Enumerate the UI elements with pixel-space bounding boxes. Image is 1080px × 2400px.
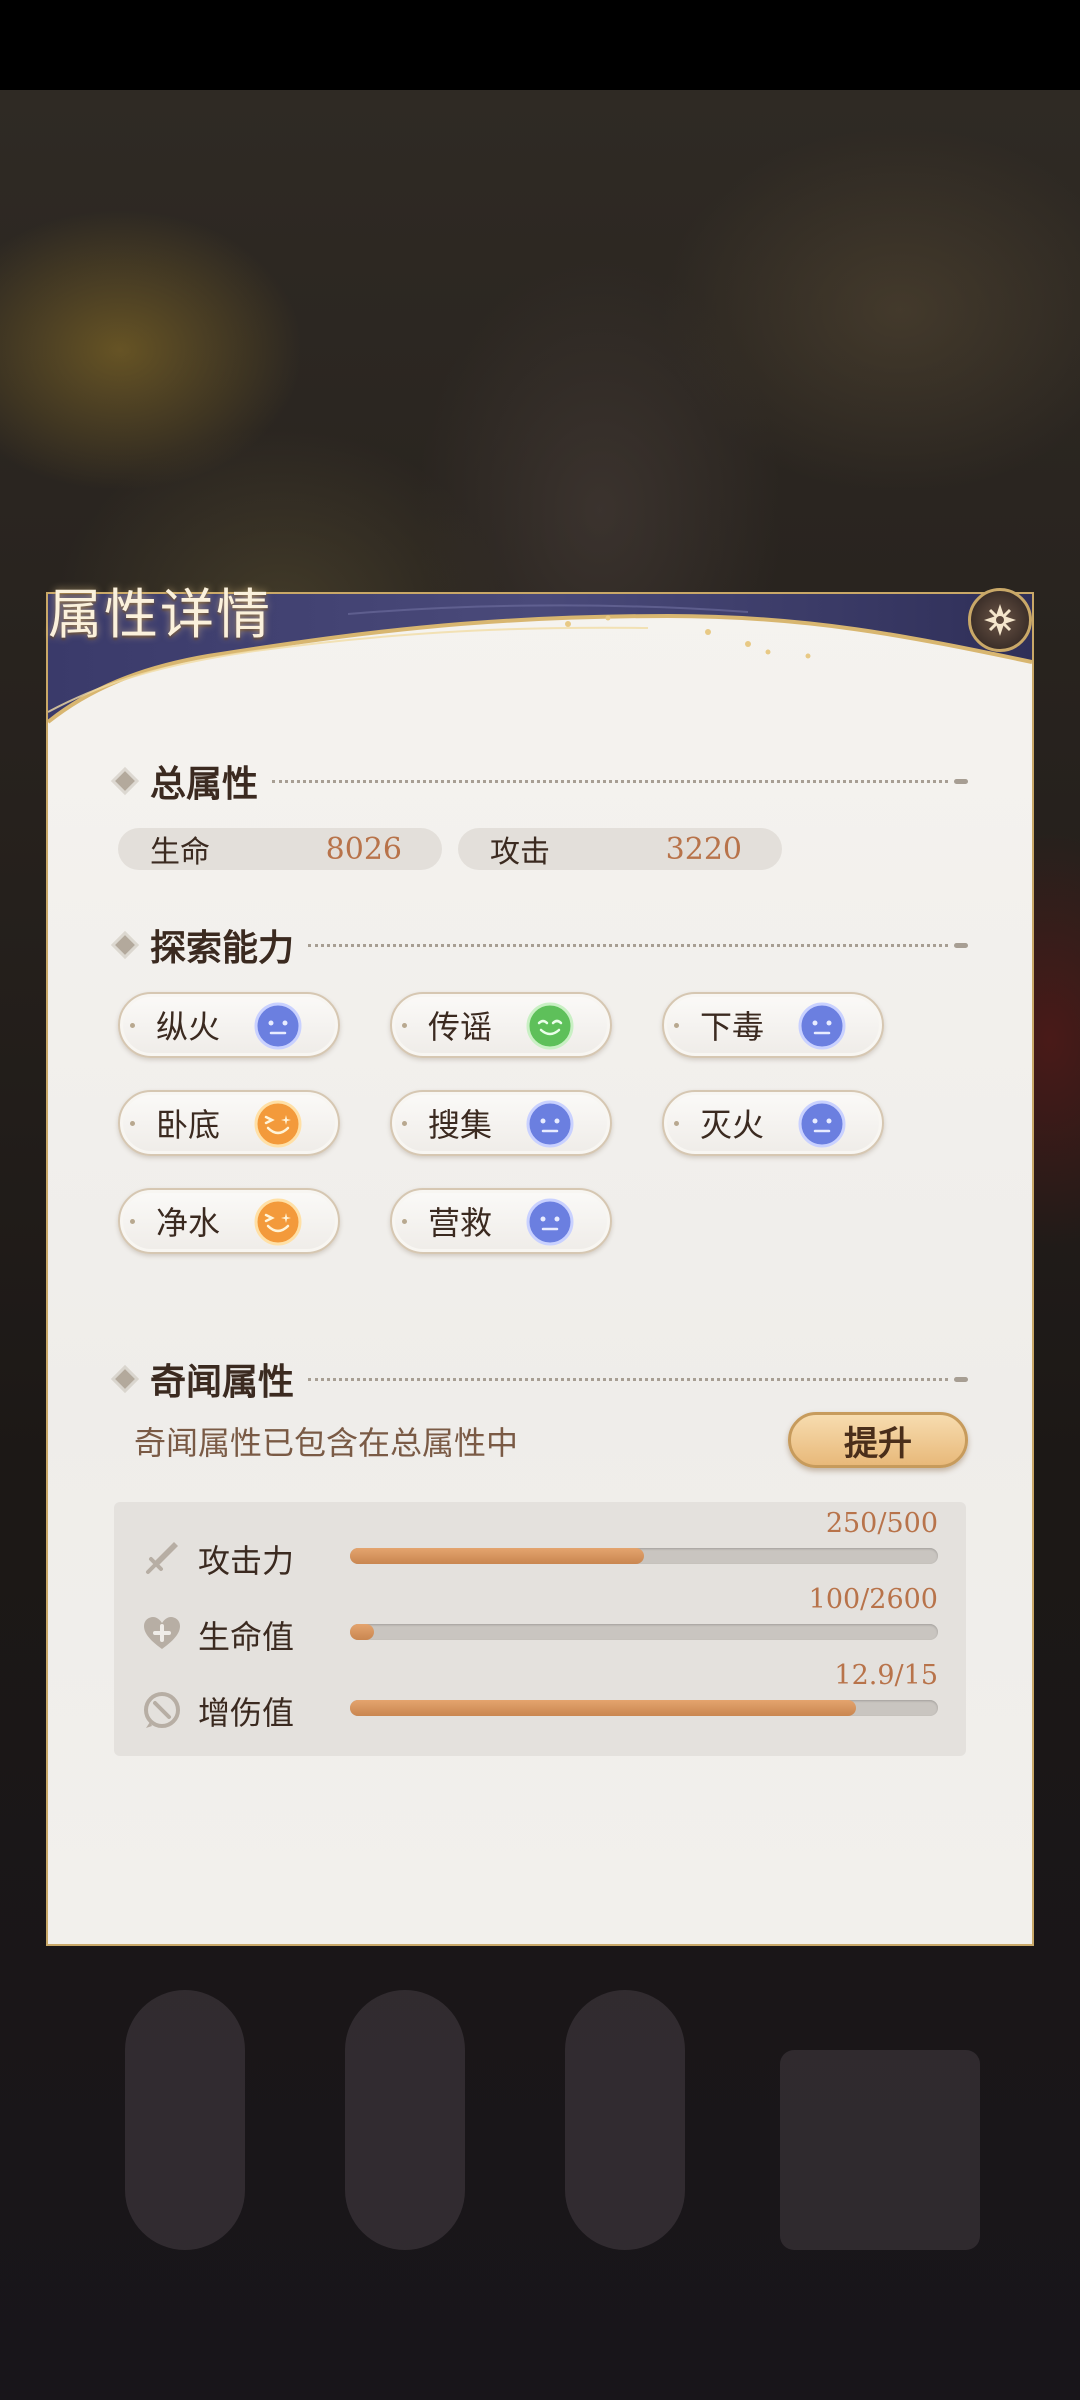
stat-attack: 攻击 3220: [458, 828, 782, 870]
ability-label: 营救: [428, 1204, 493, 1242]
chip-dot: [674, 1023, 679, 1028]
progress-fill: [350, 1548, 644, 1564]
ability-chip[interactable]: 搜集: [390, 1090, 612, 1156]
section-header-exploration: 探索能力: [115, 920, 968, 970]
neutral-blue-face-icon: [526, 1100, 574, 1148]
progress-track: [350, 1700, 938, 1716]
anecdote-note: 奇闻属性已包含在总属性中: [134, 1424, 519, 1462]
chip-dot: [402, 1121, 407, 1126]
bar-value: 12.9/15: [834, 1660, 938, 1691]
diamond-bullet-icon: [115, 771, 135, 791]
excited-orange-face-icon: [254, 1100, 302, 1148]
stat-bar-row: 增伤值 12.9/15: [114, 1654, 966, 1732]
excited-orange-face-icon: [254, 1198, 302, 1246]
section-title: 奇闻属性: [150, 1361, 295, 1403]
divider-end: [954, 778, 968, 784]
chip-dot: [402, 1023, 407, 1028]
blurred-bottom-content: [0, 1960, 1080, 2400]
stat-label: 生命: [150, 835, 210, 870]
neutral-blue-face-icon: [254, 1002, 302, 1050]
blurred-card: [780, 2050, 980, 2250]
ability-label: 净水: [156, 1204, 221, 1242]
chip-dot: [130, 1219, 135, 1224]
chip-dot: [402, 1219, 407, 1224]
chip-dot: [130, 1023, 135, 1028]
section-title: 探索能力: [150, 927, 295, 969]
bar-label: 攻击力: [198, 1542, 295, 1580]
anecdote-stats-box: 攻击力 250/500 生命值 100/2600 增伤值 12.9/15: [114, 1502, 966, 1756]
progress-track: [350, 1624, 938, 1640]
bar-label: 生命值: [198, 1618, 295, 1656]
dotted-divider: [272, 779, 948, 783]
ability-label: 传谣: [428, 1008, 493, 1046]
ability-chip[interactable]: 下毒: [662, 992, 884, 1058]
divider-end: [954, 1376, 968, 1382]
sword-icon: [146, 1542, 178, 1574]
ability-label: 灭火: [700, 1106, 765, 1144]
bar-label: 增伤值: [198, 1694, 295, 1732]
ability-chip[interactable]: 灭火: [662, 1090, 884, 1156]
chip-dot: [674, 1121, 679, 1126]
close-button[interactable]: [968, 588, 1032, 652]
stat-hp: 生命 8026: [118, 828, 442, 870]
diamond-bullet-icon: [115, 935, 135, 955]
heart-plus-icon: [144, 1617, 180, 1649]
divider-end: [954, 942, 968, 948]
ability-chip[interactable]: 传谣: [390, 992, 612, 1058]
damage-boost-icon: [144, 1692, 180, 1728]
ability-label: 纵火: [156, 1008, 221, 1046]
dotted-divider: [308, 1377, 948, 1381]
ability-chip[interactable]: 纵火: [118, 992, 340, 1058]
section-header-anecdote: 奇闻属性: [115, 1354, 968, 1404]
ability-chip[interactable]: 净水: [118, 1188, 340, 1254]
section-header-total-attributes: 总属性: [115, 756, 968, 806]
ability-label: 搜集: [428, 1106, 493, 1144]
blurred-card: [565, 1990, 685, 2250]
neutral-blue-face-icon: [798, 1100, 846, 1148]
ability-chip[interactable]: 营救: [390, 1188, 612, 1254]
diamond-bullet-icon: [115, 1369, 135, 1389]
section-title: 总属性: [150, 763, 259, 805]
status-bar: [0, 0, 1080, 90]
stat-value: 8026: [325, 831, 402, 867]
smile-green-face-icon: [526, 1002, 574, 1050]
neutral-blue-face-icon: [798, 1002, 846, 1050]
ability-label: 下毒: [700, 1008, 765, 1046]
stat-bar-row: 生命值 100/2600: [114, 1578, 966, 1656]
bar-value: 250/500: [825, 1508, 938, 1539]
progress-fill: [350, 1700, 856, 1716]
dialog-title: 属性详情: [48, 583, 272, 646]
blurred-card: [345, 1990, 465, 2250]
bar-value: 100/2600: [808, 1584, 938, 1615]
chip-dot: [130, 1121, 135, 1126]
progress-track: [350, 1548, 938, 1564]
stat-label: 攻击: [490, 835, 550, 870]
close-icon: [984, 604, 1016, 636]
stat-bar-row: 攻击力 250/500: [114, 1502, 966, 1580]
upgrade-button[interactable]: 提升: [788, 1412, 968, 1468]
ability-chip[interactable]: 卧底: [118, 1090, 340, 1156]
stat-value: 3220: [665, 831, 742, 867]
blurred-card: [125, 1990, 245, 2250]
dotted-divider: [308, 943, 948, 947]
neutral-blue-face-icon: [526, 1198, 574, 1246]
ability-label: 卧底: [156, 1106, 221, 1144]
progress-fill: [350, 1624, 374, 1640]
